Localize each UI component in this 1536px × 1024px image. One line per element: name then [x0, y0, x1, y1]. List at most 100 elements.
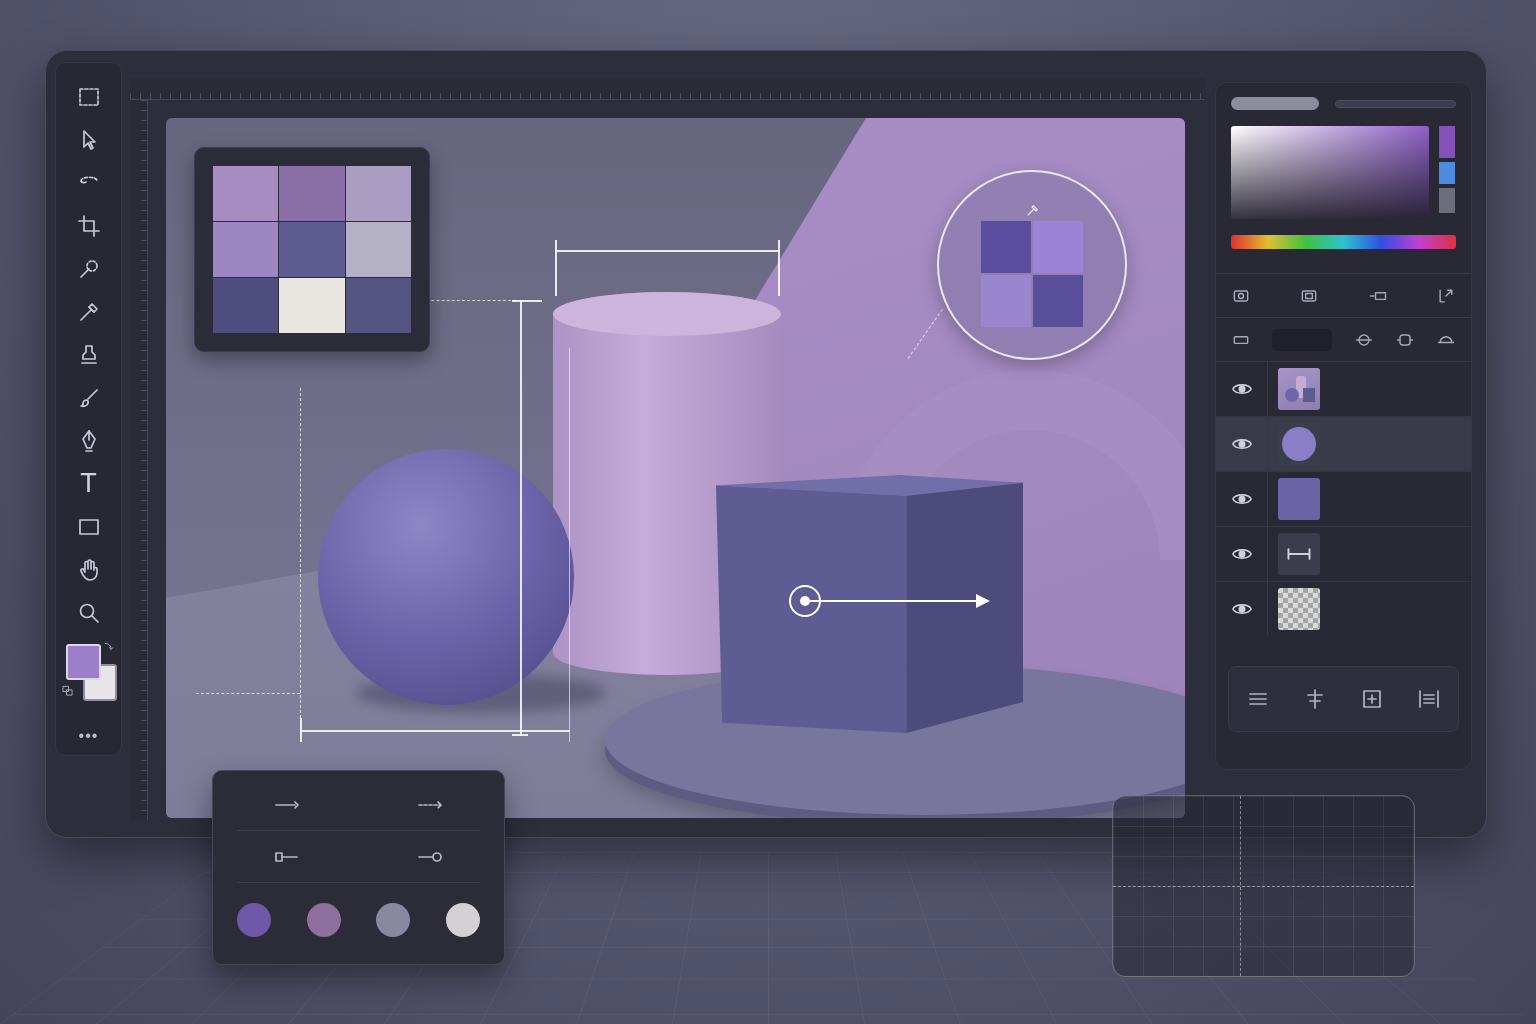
measure-line[interactable] [300, 730, 570, 732]
tool-slot[interactable] [56, 376, 121, 419]
visibility-toggle[interactable] [1216, 362, 1268, 416]
palette-color[interactable] [446, 903, 480, 937]
hand-icon[interactable] [77, 558, 101, 582]
eye-icon[interactable] [1231, 598, 1253, 620]
tool-slot[interactable] [56, 204, 121, 247]
swatch[interactable] [279, 222, 344, 277]
palette-color[interactable] [237, 903, 271, 937]
spacing-icon[interactable] [1417, 687, 1441, 711]
palette-color[interactable] [376, 903, 410, 937]
swap-colors-icon[interactable] [103, 640, 117, 654]
swatch[interactable] [346, 222, 411, 277]
solid-arrow-icon[interactable] [237, 793, 337, 817]
type-tool-icon[interactable]: T [80, 470, 97, 497]
layer-row[interactable] [1216, 361, 1471, 416]
export-icon[interactable] [1436, 286, 1456, 306]
tool-slot[interactable] [56, 247, 121, 290]
eyedropper-icon[interactable] [77, 300, 101, 324]
dashed-arrow-icon[interactable] [380, 793, 480, 817]
pen-icon[interactable] [77, 429, 101, 453]
tool-slot[interactable] [56, 419, 121, 462]
adjust-icon[interactable] [1436, 330, 1456, 350]
measure-line[interactable] [569, 348, 570, 742]
swatch[interactable] [213, 278, 278, 333]
palette-color[interactable] [307, 903, 341, 937]
tool-slot[interactable] [56, 333, 121, 376]
reset-colors-icon[interactable] [61, 684, 75, 698]
camera-icon[interactable] [1231, 286, 1251, 306]
layer-thumbnail[interactable] [1278, 533, 1320, 575]
stroke-row[interactable] [237, 831, 480, 883]
panel-tab[interactable] [1231, 97, 1319, 110]
quick-select-icon[interactable] [77, 257, 101, 281]
measure-line[interactable] [512, 734, 528, 736]
tool-slot[interactable]: T [56, 462, 121, 505]
lasso-icon[interactable] [77, 171, 101, 195]
layer-thumbnail[interactable] [1278, 588, 1320, 630]
swatch[interactable] [346, 166, 411, 221]
visibility-toggle[interactable] [1216, 417, 1268, 471]
layer-row[interactable] [1216, 526, 1471, 581]
swatch[interactable] [346, 278, 411, 333]
visibility-toggle[interactable] [1216, 472, 1268, 526]
tool-slot[interactable] [56, 75, 121, 118]
guide-line[interactable] [300, 388, 301, 718]
canvas-image[interactable] [166, 118, 1185, 818]
tool-slot[interactable] [56, 591, 121, 634]
tool-slot[interactable] [56, 290, 121, 333]
eye-icon[interactable] [1231, 378, 1253, 400]
rectangle-icon[interactable] [77, 515, 101, 539]
zoom-icon[interactable] [77, 601, 101, 625]
align-icon[interactable] [1246, 687, 1270, 711]
group-icon[interactable] [1395, 330, 1415, 350]
measure-line[interactable] [512, 300, 542, 302]
visibility-toggle[interactable] [1216, 582, 1268, 636]
color-loupe[interactable] [937, 170, 1127, 360]
swatch[interactable] [213, 166, 278, 221]
more-tools[interactable]: ••• [79, 724, 99, 748]
swatch[interactable] [279, 278, 344, 333]
foreground-color[interactable] [66, 644, 101, 680]
guide-line[interactable] [416, 300, 516, 301]
crop-icon[interactable] [77, 214, 101, 238]
blend-mode-field[interactable] [1272, 329, 1332, 351]
brush-icon[interactable] [77, 386, 101, 410]
measure-line[interactable] [778, 240, 780, 296]
layer-thumbnail[interactable] [1278, 368, 1320, 410]
channel-blue[interactable] [1439, 162, 1455, 184]
swatch[interactable] [279, 166, 344, 221]
tool-slot[interactable] [56, 505, 121, 548]
hue-slider[interactable] [1231, 235, 1456, 249]
opacity-slider[interactable] [1335, 100, 1456, 108]
measure-line[interactable] [520, 300, 522, 736]
marquee-icon[interactable] [77, 85, 101, 109]
layer-row[interactable] [1216, 581, 1471, 636]
tool-slot[interactable] [56, 161, 121, 204]
eye-icon[interactable] [1231, 488, 1253, 510]
channel-purple[interactable] [1439, 126, 1455, 158]
layer-thumbnail[interactable] [1278, 478, 1320, 520]
eye-icon[interactable] [1231, 543, 1253, 565]
eye-icon[interactable] [1231, 433, 1253, 455]
tool-slot[interactable] [56, 548, 121, 591]
measure-line[interactable] [555, 250, 780, 252]
stroke-row[interactable] [237, 779, 480, 831]
color-field[interactable] [1231, 126, 1429, 219]
link-icon[interactable] [1354, 330, 1374, 350]
layer-row[interactable] [1216, 416, 1471, 471]
frame-icon[interactable] [1299, 286, 1319, 306]
circle-line-icon[interactable] [380, 845, 480, 869]
channel-grey[interactable] [1439, 188, 1455, 213]
measure-line[interactable] [300, 718, 302, 742]
tool-slot[interactable] [56, 118, 121, 161]
swatch[interactable] [213, 222, 278, 277]
guide-line[interactable] [196, 693, 300, 694]
measure-line[interactable] [555, 240, 557, 296]
move-icon[interactable] [77, 128, 101, 152]
box-line-icon[interactable] [237, 845, 337, 869]
mask-icon[interactable] [1368, 286, 1388, 306]
layer-row[interactable] [1216, 471, 1471, 526]
fit-icon[interactable] [1360, 687, 1384, 711]
stamp-icon[interactable] [77, 343, 101, 367]
layer-icon[interactable] [1231, 330, 1251, 350]
